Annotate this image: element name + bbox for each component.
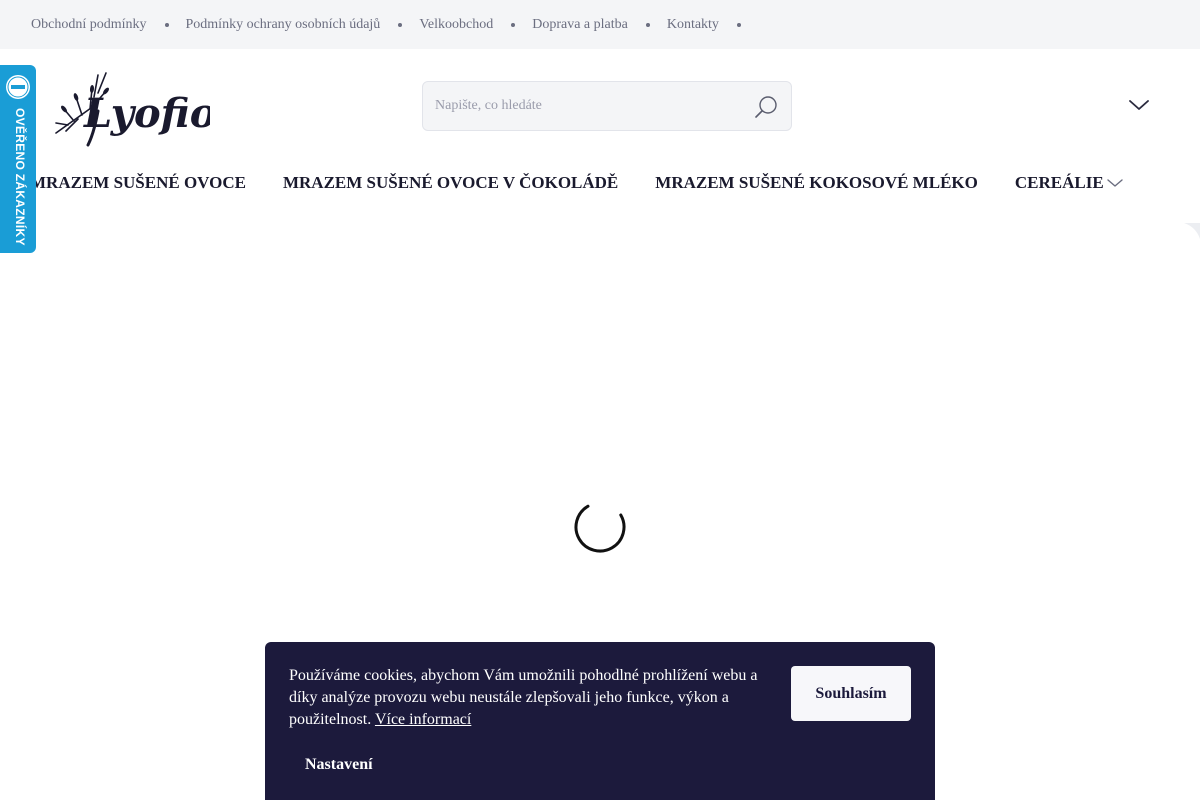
- site-logo[interactable]: Lyofio: [54, 67, 216, 147]
- nav-item-fruit-in-chocolate[interactable]: MRAZEM SUŠENÉ OVOCE V ČOKOLÁDĚ: [283, 173, 618, 193]
- nav-item-label: CEREÁLIE: [1014, 173, 1104, 192]
- cookie-settings-button[interactable]: Nastavení: [305, 756, 373, 774]
- corner-tab-icon: [1184, 223, 1200, 239]
- chevron-down-icon: [1129, 100, 1149, 110]
- top-link-item: Obchodní podmínky: [31, 17, 186, 33]
- nav-item-coconut-milk[interactable]: MRAZEM SUŠENÉ KOKOSOVÉ MLÉKO: [655, 173, 978, 193]
- contacts-link[interactable]: Kontakty: [667, 17, 719, 33]
- top-link-item: Doprava a platba: [532, 17, 667, 33]
- shipping-payment-link[interactable]: Doprava a platba: [532, 17, 628, 33]
- agree-button[interactable]: Souhlasím: [791, 666, 911, 721]
- logo-graphic: Lyofio: [55, 72, 216, 147]
- cookie-message-text: Používáme cookies, abychom Vám umožnili …: [289, 667, 758, 728]
- header-menu-toggle[interactable]: [1128, 97, 1150, 113]
- top-links-list: Obchodní podmínky Podmínky ochrany osobn…: [0, 0, 1200, 49]
- logo-wordmark: Lyofio: [83, 90, 210, 137]
- separator-dot: [398, 22, 403, 27]
- chevron-down-icon: [1106, 179, 1123, 187]
- search-box: [422, 81, 792, 131]
- top-link-item: Velkoobchod: [419, 17, 532, 33]
- cookie-message: Používáme cookies, abychom Vám umožnili …: [289, 665, 764, 731]
- verified-customers-badge[interactable]: OVĚŘENO ZÁKAZNÍKY: [0, 65, 36, 253]
- top-utility-bar: Obchodní podmínky Podmínky ochrany osobn…: [0, 0, 1200, 49]
- search-input[interactable]: [423, 82, 743, 130]
- badge-label: OVĚŘENO ZÁKAZNÍKY: [13, 108, 27, 246]
- search-button[interactable]: [753, 94, 779, 120]
- cookie-consent-bar: Používáme cookies, abychom Vám umožnili …: [265, 642, 935, 800]
- nav-item-cereals[interactable]: CEREÁLIE: [1015, 173, 1123, 193]
- privacy-link[interactable]: Podmínky ochrany osobních údajů: [186, 17, 381, 33]
- separator-dot: [164, 22, 169, 27]
- search-icon: [755, 96, 777, 118]
- terms-link[interactable]: Obchodní podmínky: [31, 17, 147, 33]
- separator-dot: [736, 22, 741, 27]
- verified-seal-icon: [6, 75, 30, 99]
- loading-spinner-icon: [574, 504, 626, 553]
- nav-item-label: MRAZEM SUŠENÉ OVOCE: [30, 173, 246, 192]
- separator-dot: [511, 22, 516, 27]
- main-nav-list: MRAZEM SUŠENÉ OVOCE MRAZEM SUŠENÉ OVOCE …: [0, 162, 1200, 204]
- main-navigation: MRAZEM SUŠENÉ OVOCE MRAZEM SUŠENÉ OVOCE …: [0, 162, 1200, 204]
- nav-item-label: MRAZEM SUŠENÉ OVOCE V ČOKOLÁDĚ: [282, 173, 619, 192]
- nav-item-freeze-dried-fruit[interactable]: MRAZEM SUŠENÉ OVOCE: [30, 173, 246, 193]
- wholesale-link[interactable]: Velkoobchod: [419, 17, 493, 33]
- top-link-item: Podmínky ochrany osobních údajů: [186, 17, 420, 33]
- more-info-link[interactable]: Více informací: [375, 711, 471, 728]
- nav-item-label: MRAZEM SUŠENÉ KOKOSOVÉ MLÉKO: [655, 173, 978, 192]
- top-link-item: Kontakty: [667, 17, 758, 33]
- separator-dot: [645, 22, 650, 27]
